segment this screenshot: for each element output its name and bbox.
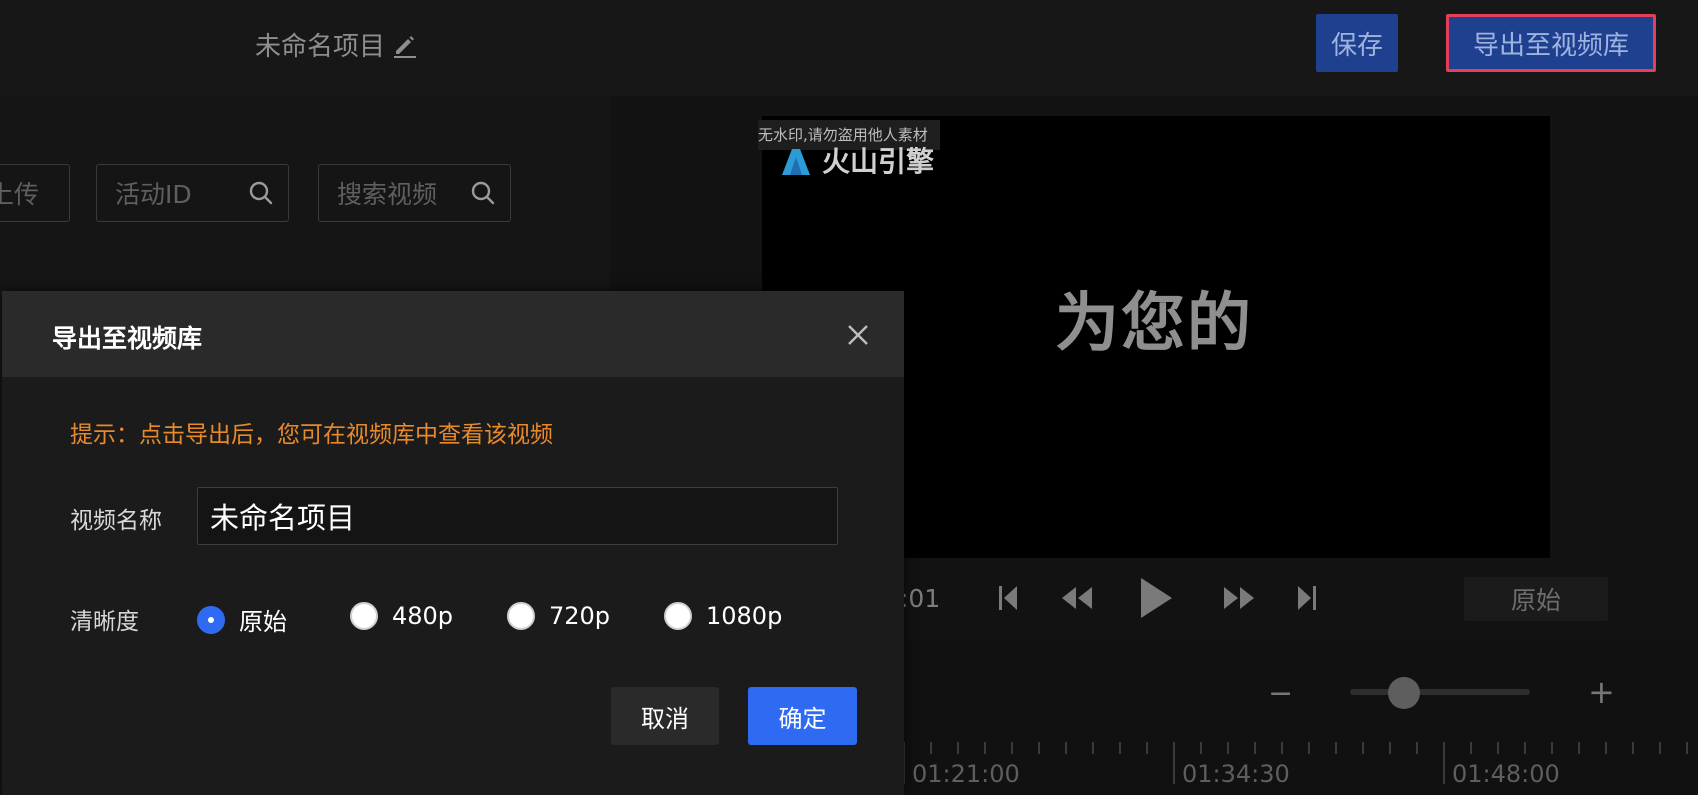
quality-option-label: 原始	[239, 608, 287, 636]
playback-quality-button[interactable]: 原始	[1464, 577, 1608, 621]
quality-option-1080p[interactable]: 1080p	[664, 602, 782, 630]
video-name-label: 视频名称	[70, 508, 162, 534]
dialog-title: 导出至视频库	[52, 324, 203, 353]
zoom-slider-track[interactable]	[1350, 689, 1530, 695]
radio-unchecked[interactable]	[507, 602, 535, 630]
play-icon[interactable]	[1136, 574, 1176, 626]
quality-option-label: 480p	[392, 602, 454, 630]
close-icon[interactable]	[844, 321, 872, 349]
timeline-tick-label: 01:34:30	[1182, 760, 1290, 788]
export-dialog: 导出至视频库 提示：点击导出后，您可在视频库中查看该视频 视频名称 清晰度 原始…	[2, 291, 904, 795]
search-icon[interactable]	[470, 180, 496, 206]
confirm-button[interactable]: 确定	[748, 687, 857, 745]
quality-option-720p[interactable]: 720p	[507, 602, 610, 630]
cancel-button[interactable]: 取消	[611, 687, 719, 745]
edit-icon[interactable]	[391, 31, 419, 59]
zoom-slider-thumb[interactable]	[1388, 677, 1420, 709]
radio-unchecked[interactable]	[664, 602, 692, 630]
top-bar: 未命名项目 保存 导出至视频库	[0, 0, 1698, 96]
project-title[interactable]: 未命名项目	[255, 26, 419, 63]
search-icon[interactable]	[248, 180, 274, 206]
upload-button[interactable]: 上传	[0, 164, 70, 222]
timeline-tick-label: 01:21:00	[912, 760, 1020, 788]
quality-label: 清晰度	[70, 609, 139, 635]
activity-id-placeholder: 活动ID	[115, 180, 192, 209]
brand-logo: 火山引擎	[778, 140, 934, 180]
skip-to-end-icon[interactable]	[1294, 580, 1320, 620]
activity-id-search[interactable]: 活动ID	[96, 164, 289, 222]
video-search-placeholder: 搜索视频	[337, 180, 438, 209]
upload-label: 上传	[0, 180, 40, 209]
volcano-logo-icon	[782, 149, 810, 175]
quality-option-original[interactable]: 原始	[197, 602, 287, 637]
export-to-library-button[interactable]: 导出至视频库	[1446, 14, 1656, 72]
quality-option-480p[interactable]: 480p	[350, 602, 453, 630]
radio-checked[interactable]	[197, 605, 225, 634]
video-name-input[interactable]	[197, 487, 838, 545]
zoom-out-icon[interactable]: −	[1268, 676, 1293, 711]
rewind-icon[interactable]	[1057, 580, 1097, 620]
project-title-text: 未命名项目	[255, 32, 386, 62]
save-button[interactable]: 保存	[1316, 14, 1398, 72]
video-subtitle: 为您的	[1055, 287, 1253, 361]
zoom-in-icon[interactable]: +	[1588, 673, 1615, 711]
dialog-header: 导出至视频库	[2, 291, 904, 377]
timeline-tick-label: 01:48:00	[1452, 760, 1560, 788]
brand-name: 火山引擎	[822, 145, 935, 178]
export-tip: 提示：点击导出后，您可在视频库中查看该视频	[70, 422, 553, 448]
fast-forward-icon[interactable]	[1219, 580, 1259, 620]
radio-unchecked[interactable]	[350, 602, 378, 630]
skip-to-start-icon[interactable]	[995, 580, 1021, 620]
video-search[interactable]: 搜索视频	[318, 164, 511, 222]
current-time: :01	[900, 584, 941, 613]
quality-option-label: 1080p	[706, 602, 783, 630]
quality-option-label: 720p	[549, 602, 611, 630]
